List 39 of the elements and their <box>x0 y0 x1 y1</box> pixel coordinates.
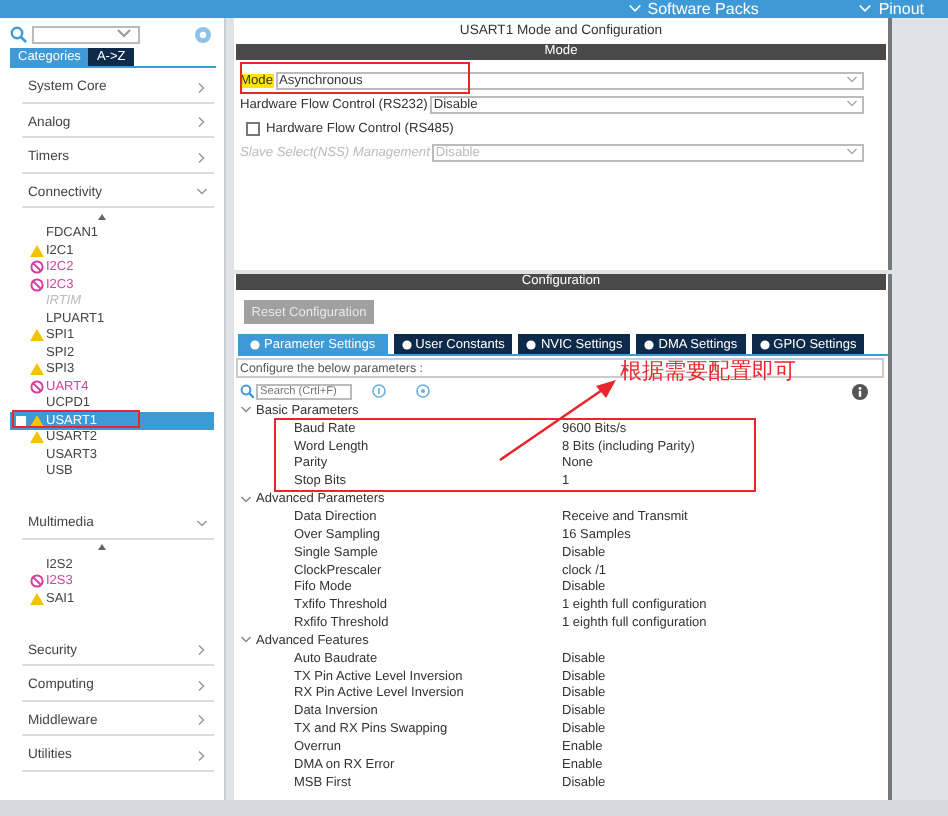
checkbox[interactable] <box>246 121 260 135</box>
chevron-icon <box>196 714 208 727</box>
warning-icon <box>30 243 44 258</box>
chevron-icon <box>196 81 208 94</box>
ring-icon[interactable] <box>372 384 386 398</box>
chevron-icon <box>196 116 208 129</box>
bullet-icon <box>401 339 412 349</box>
warning-icon <box>30 328 44 343</box>
warning-icon <box>30 362 44 377</box>
search-icon <box>10 25 28 43</box>
chevron-icon <box>858 2 873 16</box>
chevron-icon <box>240 404 252 417</box>
chevron-icon <box>196 186 208 199</box>
warning-icon <box>30 591 44 606</box>
chevron-icon <box>240 493 252 506</box>
bullet-icon <box>759 339 770 349</box>
bullet-icon <box>250 339 260 349</box>
chevron-icon <box>196 151 208 164</box>
blocked-icon <box>30 379 44 394</box>
chevron-icon <box>240 634 252 647</box>
search-field[interactable] <box>32 25 140 43</box>
chevron-icon <box>846 146 858 158</box>
info-icon[interactable] <box>852 383 868 399</box>
bullet-icon <box>644 339 655 349</box>
bullet-icon <box>526 339 537 349</box>
annotation-text: 根据需要配置即可 <box>620 358 796 384</box>
chevron-icon <box>196 749 208 762</box>
chevron-icon <box>196 644 208 657</box>
settings-icon[interactable] <box>194 25 212 43</box>
up-arrow-icon <box>98 544 106 551</box>
chevron-icon <box>196 679 208 692</box>
up-arrow-icon <box>98 213 106 220</box>
blocked-icon <box>30 574 44 589</box>
chevron-icon <box>627 2 642 16</box>
chevron-icon <box>196 517 208 530</box>
ring-icon[interactable] <box>416 384 430 398</box>
chevron-icon <box>116 26 132 42</box>
search-icon <box>240 384 254 398</box>
square-icon <box>16 415 26 426</box>
